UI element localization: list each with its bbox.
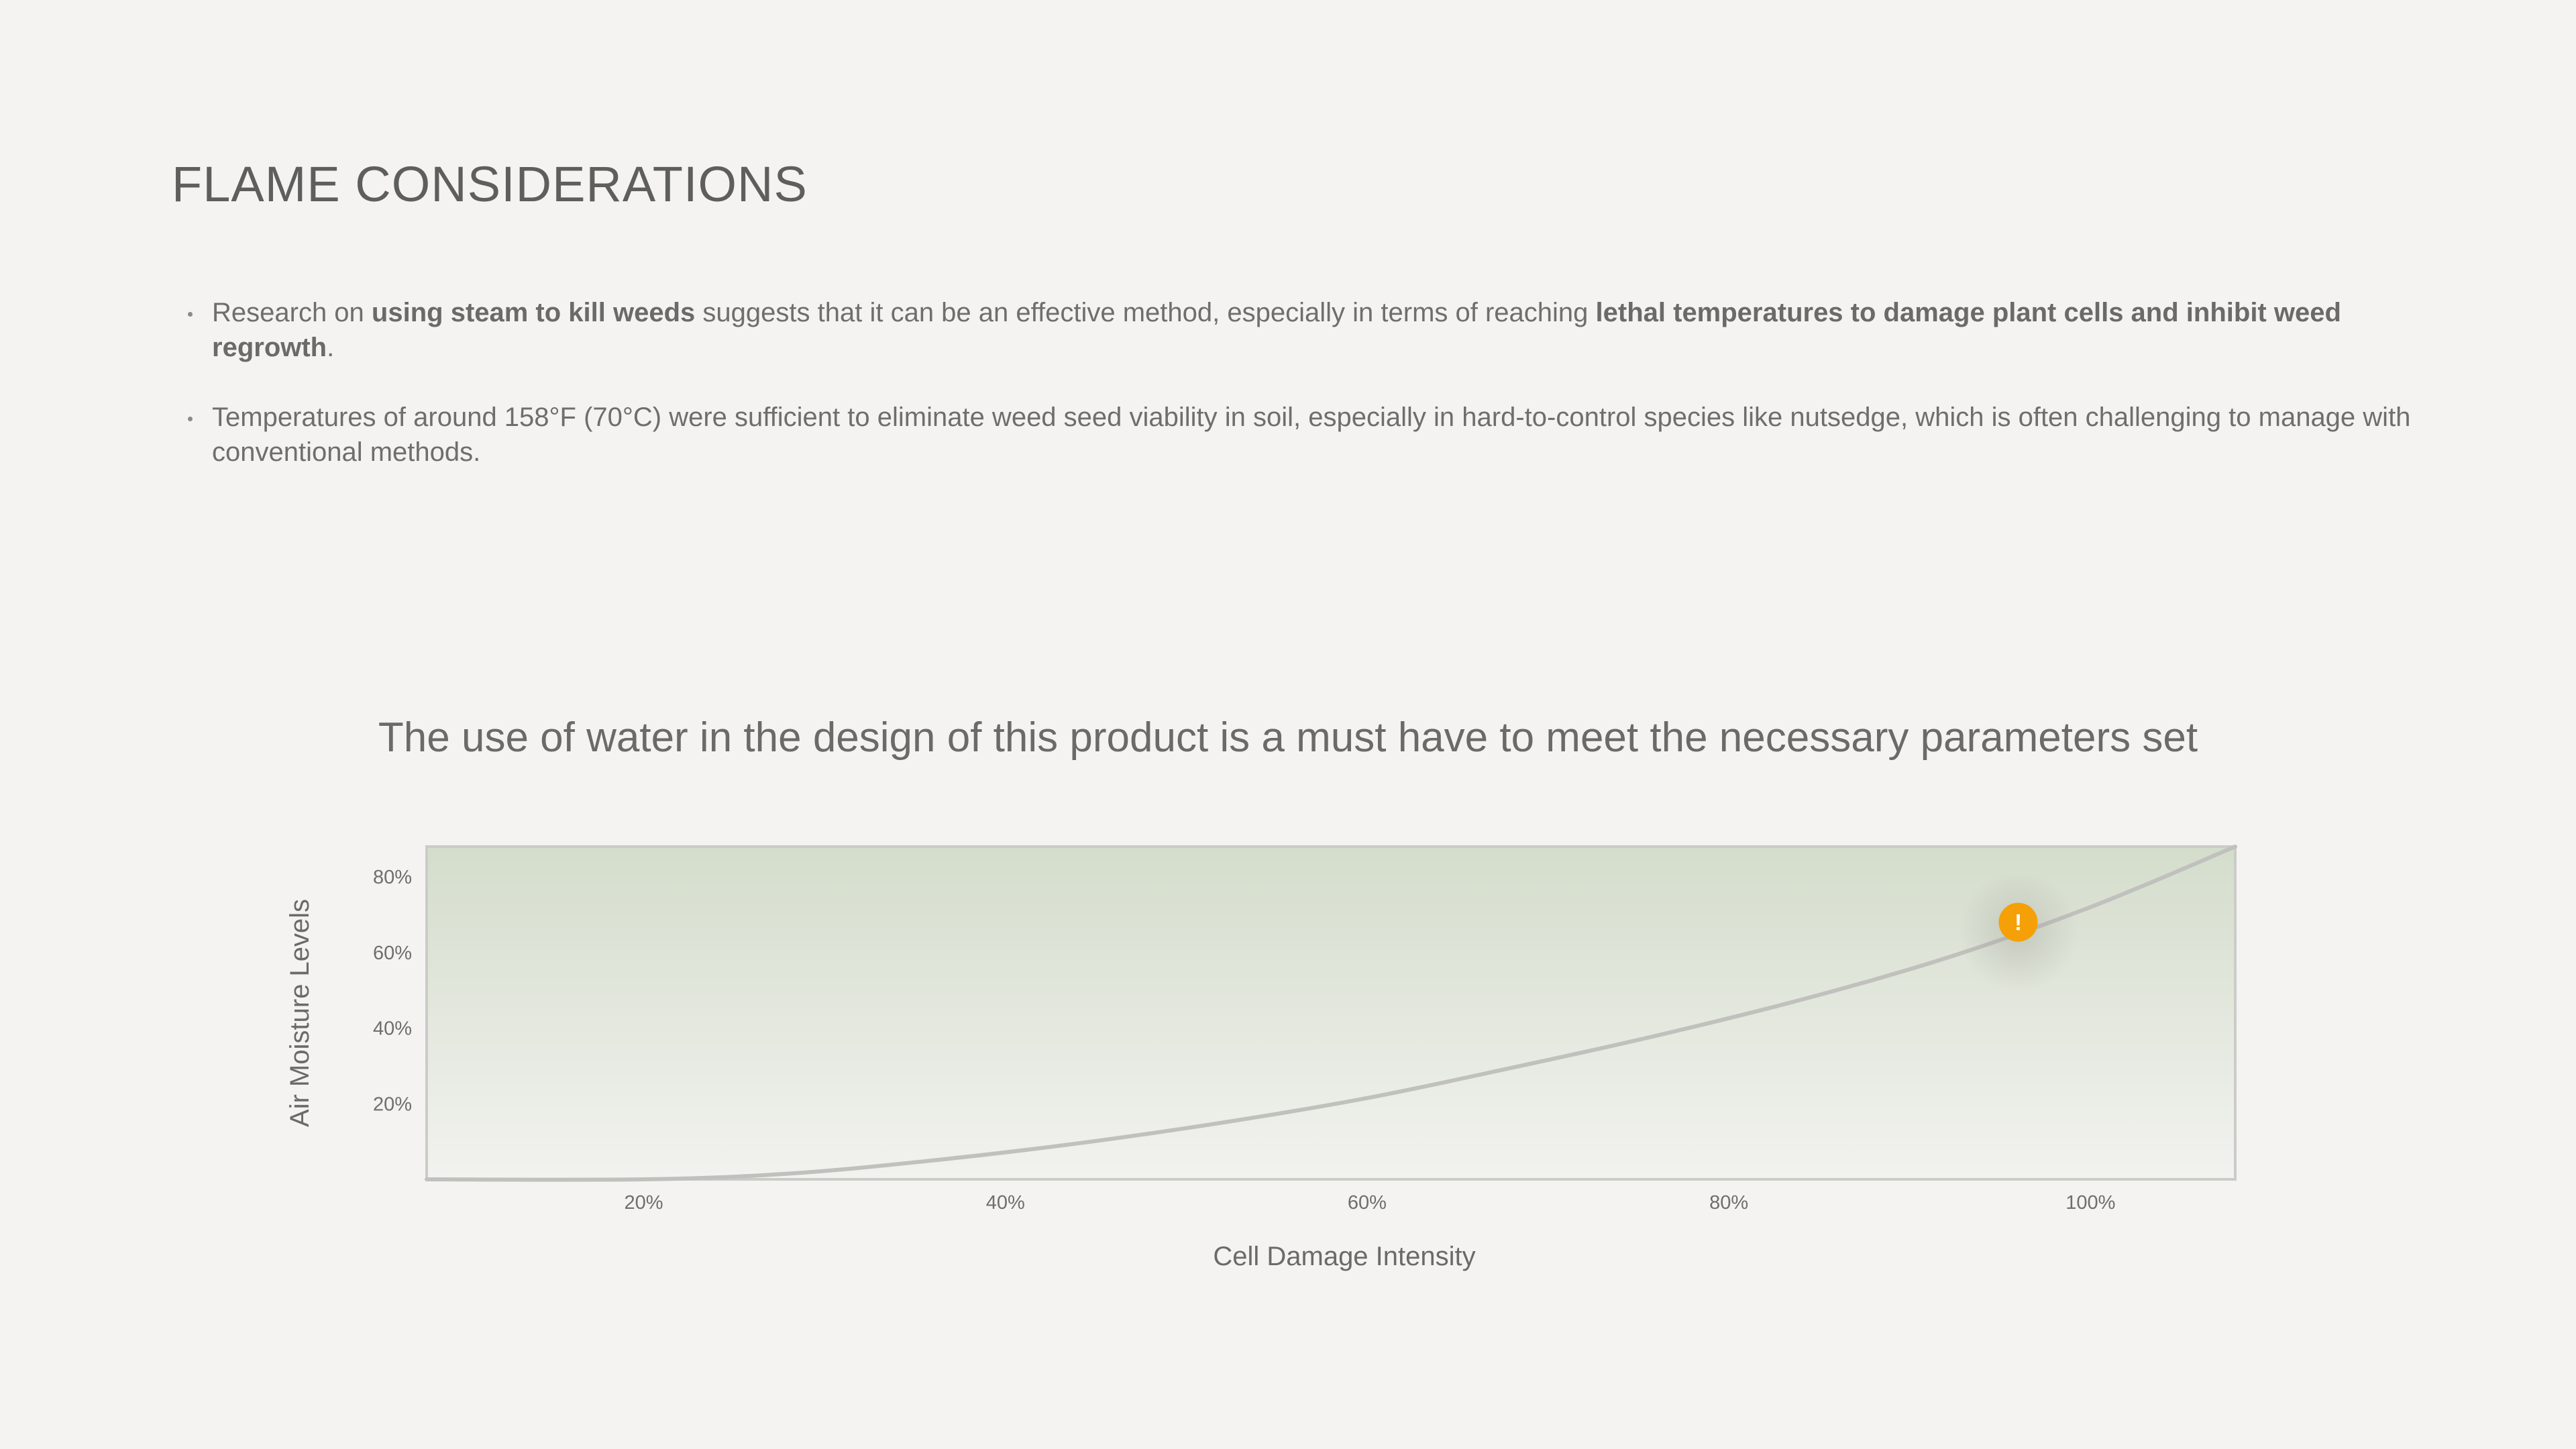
x-tick-label: 20% — [624, 1192, 663, 1214]
x-tick-label: 40% — [986, 1192, 1025, 1214]
line-chart: 20% 40% 60% 80% 100% 20% 40% 60% 80% ! Cell Dam… — [285, 845, 2237, 1271]
plot-background — [425, 845, 2237, 1181]
x-tick-label: 80% — [1709, 1192, 1748, 1214]
x-tick-label: 60% — [1348, 1192, 1387, 1214]
warning-icon: ! — [2015, 910, 2022, 936]
x-axis-label: Cell Damage Intensity — [1213, 1242, 1475, 1271]
y-axis-label: Air Moisture Levels — [285, 899, 315, 1127]
y-axis-ticks: 20% 40% 60% 80% — [373, 867, 412, 1115]
x-axis-ticks: 20% 40% 60% 80% 100% — [624, 1192, 2115, 1214]
y-tick-label: 20% — [373, 1093, 412, 1115]
y-tick-label: 60% — [373, 943, 412, 964]
highlight-marker: ! — [1957, 871, 2079, 992]
y-tick-label: 80% — [373, 867, 412, 888]
y-tick-label: 40% — [373, 1018, 412, 1040]
x-tick-label: 100% — [2065, 1192, 2115, 1214]
